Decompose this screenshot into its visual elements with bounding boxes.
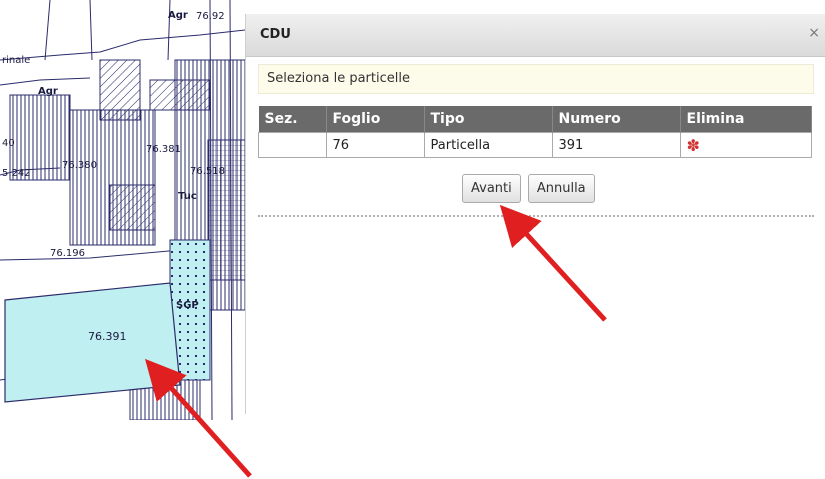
- map-canvas[interactable]: [0, 0, 245, 420]
- column-header-numero: Numero: [552, 106, 681, 133]
- map-label-parcel: 76.380: [62, 160, 97, 171]
- background-page-strip: [245, 0, 825, 12]
- column-header-tipo: Tipo: [424, 106, 553, 133]
- map-view[interactable]: Agr 76.92 rinale Agr 40 5.242 76.380 76.…: [0, 0, 245, 420]
- column-header-elimina: Elimina: [680, 106, 812, 133]
- column-header-foglio: Foglio: [326, 106, 425, 133]
- map-label-parcel: 76.381: [146, 144, 181, 155]
- delete-icon[interactable]: ✽: [687, 136, 700, 155]
- map-label-zone: Agr: [168, 10, 188, 21]
- cancel-button[interactable]: Annulla: [527, 174, 595, 203]
- map-label-zone: Tuc: [178, 191, 197, 202]
- cell-elimina: ✽: [679, 132, 812, 158]
- map-label-zone: SGP: [176, 300, 199, 311]
- column-header-sez: Sez.: [258, 106, 327, 133]
- table-header-row: Sez. Foglio Tipo Numero Elimina: [258, 106, 812, 133]
- cdu-dialog: CDU × Seleziona le particelle Sez. Fogli…: [245, 14, 825, 414]
- map-label-road: rinale: [2, 55, 31, 66]
- dialog-titlebar[interactable]: CDU ×: [246, 14, 825, 57]
- map-label-parcel: 76.196: [50, 248, 85, 259]
- close-icon[interactable]: ×: [808, 25, 820, 41]
- dialog-buttons: Avanti Annulla: [462, 174, 597, 203]
- next-button[interactable]: Avanti: [462, 174, 521, 203]
- table-row: 76 Particella 391 ✽: [258, 132, 812, 158]
- map-label-parcel: 76.92: [196, 11, 225, 22]
- map-label-selected-parcel: 76.391: [88, 330, 127, 343]
- map-label-parcel: 76.518: [190, 166, 225, 177]
- cell-sez: [258, 132, 327, 158]
- cell-tipo: Particella: [423, 132, 553, 158]
- map-label-parcel: 40: [2, 138, 15, 149]
- cell-numero: 391: [551, 132, 681, 158]
- instruction-message: Seleziona le particelle: [258, 64, 814, 94]
- separator: [258, 215, 814, 217]
- parcels-table: Sez. Foglio Tipo Numero Elimina 76 Parti…: [258, 106, 812, 158]
- dialog-title: CDU: [260, 27, 291, 42]
- map-label-zone: Agr: [38, 86, 58, 97]
- cell-foglio: 76: [325, 132, 425, 158]
- map-label-parcel: 5.242: [2, 168, 31, 179]
